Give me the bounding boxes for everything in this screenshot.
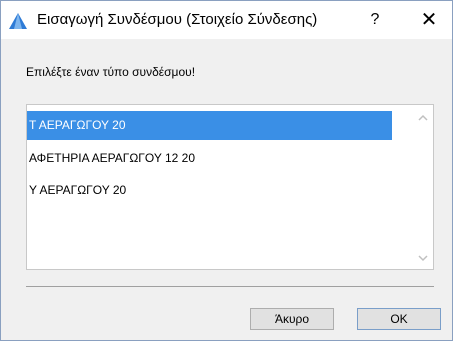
chevron-up-icon[interactable] — [417, 113, 429, 123]
insert-link-dialog: Εισαγωγή Συνδέσμου (Στοιχείο Σύνδεσης) ?… — [0, 0, 453, 341]
list-item[interactable]: Υ ΑΕΡΑΓΩΓΟΥ 20 — [27, 176, 392, 205]
list-scrollbar[interactable] — [413, 105, 433, 269]
ok-button[interactable]: OK — [357, 308, 441, 330]
close-button[interactable]: ✕ — [413, 5, 445, 35]
help-button[interactable]: ? — [363, 7, 387, 33]
link-type-list[interactable]: Τ ΑΕΡΑΓΩΓΟΥ 20 ΑΦΕΤΗΡΙΑ ΑΕΡΑΓΩΓΟΥ 12 20 … — [26, 104, 434, 270]
list-item[interactable]: ΑΦΕΤΗΡΙΑ ΑΕΡΑΓΩΓΟΥ 12 20 — [27, 144, 392, 173]
separator — [26, 286, 434, 287]
prompt-label: Επιλέξτε έναν τύπο συνδέσμου! — [26, 65, 196, 79]
chevron-down-icon[interactable] — [417, 253, 429, 263]
app-triangle-icon — [9, 13, 27, 29]
window-title: Εισαγωγή Συνδέσμου (Στοιχείο Σύνδεσης) — [37, 11, 318, 28]
title-bar: Εισαγωγή Συνδέσμου (Στοιχείο Σύνδεσης) ?… — [1, 1, 452, 39]
cancel-button[interactable]: Άκυρο — [250, 308, 334, 330]
list-item[interactable]: Τ ΑΕΡΑΓΩΓΟΥ 20 — [27, 111, 392, 140]
